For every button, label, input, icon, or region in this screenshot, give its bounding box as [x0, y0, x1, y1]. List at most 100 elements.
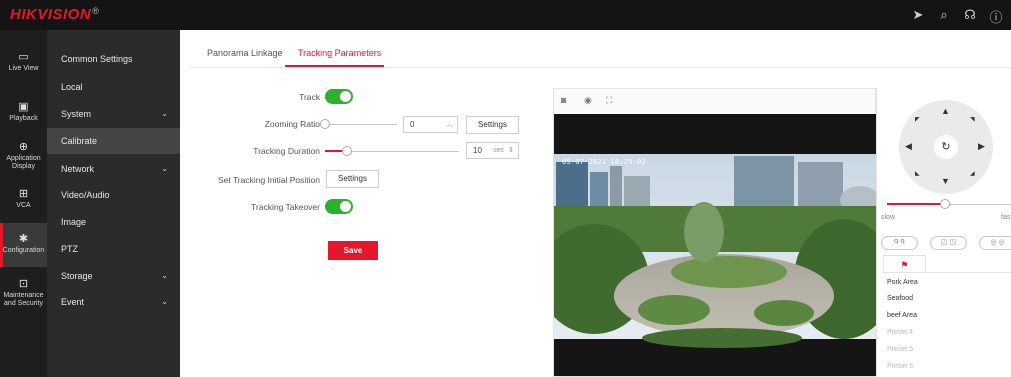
fullscreen-icon[interactable]: ⛶ — [606, 95, 612, 106]
tracking-takeover-toggle[interactable] — [325, 199, 353, 214]
tracking-duration-input[interactable]: 10 sec ⇕ — [466, 142, 519, 159]
tab-divider — [190, 67, 1011, 68]
live-preview-panel: ◙ ◉ ⛶ 05-07-2021 16:29:02 — [553, 88, 876, 377]
brand-name: HIKVISION — [10, 6, 92, 23]
menu-item-calibrate[interactable]: Calibrate — [47, 128, 180, 154]
iris-open-icon[interactable]: ◎ — [990, 239, 996, 246]
rail-playback[interactable]: ▣ Playback — [0, 101, 47, 123]
zoom-in-icon[interactable]: ᑫ — [900, 239, 904, 246]
record-icon[interactable]: ◉ — [584, 95, 592, 106]
camera-icon[interactable]: ◙ — [561, 95, 566, 105]
arrow-up-icon[interactable]: ▲ — [941, 106, 950, 116]
video-stream[interactable]: 05-07-2021 16:29:02 — [554, 114, 876, 376]
focus-control[interactable]: ◰ ◳ — [930, 236, 967, 250]
zooming-ratio-input[interactable]: 0 ︿ — [403, 116, 458, 133]
rail-label: Maintenance and Security — [3, 292, 44, 307]
arrow-left-icon[interactable]: ◀ — [905, 141, 912, 152]
menu-item-common-settings[interactable]: Common Settings — [47, 46, 180, 72]
tracking-takeover-label: Tracking Takeover — [251, 202, 320, 212]
rail-application-display[interactable]: ⊕ Application Display — [0, 141, 47, 171]
flag-icon: ⚑ — [900, 260, 909, 270]
rail-configuration[interactable]: ✱ Configuration — [0, 223, 47, 267]
preview-toolbar: ◙ ◉ ⛶ — [554, 89, 875, 114]
preset-item[interactable]: Pork Area — [887, 279, 918, 286]
active-tab-indicator — [285, 65, 384, 67]
search-icon[interactable]: ⌕ — [937, 7, 951, 26]
spinner-icon[interactable]: ⇕ — [508, 143, 514, 158]
zooming-ratio-settings-button[interactable]: Settings — [466, 116, 519, 134]
settings-menu: Common Settings Local System ⌄ Calibrate … — [47, 30, 180, 377]
arrow-up-right-icon[interactable]: ◥ — [970, 116, 975, 123]
rail-live-view[interactable]: ▭ Live View — [0, 51, 47, 73]
maintenance-icon: ⊡ — [18, 278, 29, 290]
initial-position-settings-button[interactable]: Settings — [326, 170, 379, 188]
save-button[interactable]: Save — [328, 241, 378, 260]
preset-tab[interactable]: ⚑ — [883, 255, 926, 273]
preset-item[interactable]: Preset 6 — [887, 363, 913, 370]
menu-label: Image — [61, 217, 87, 227]
info-icon[interactable]: ⓘ — [989, 7, 1003, 26]
menu-item-network[interactable]: Network ⌄ — [47, 156, 180, 182]
preset-item[interactable]: beef Area — [887, 312, 917, 319]
menu-label: Network — [61, 164, 95, 174]
preset-item[interactable]: Preset 5 — [887, 346, 913, 353]
rail-label: VCA — [16, 202, 31, 209]
speed-fast-label: fas — [1001, 214, 1011, 221]
menu-item-system[interactable]: System ⌄ — [47, 101, 180, 127]
menu-item-event[interactable]: Event ⌄ — [47, 289, 180, 315]
zoom-control[interactable]: ᑫ ᑫ — [881, 236, 918, 250]
arrow-up-left-icon[interactable]: ◤ — [915, 116, 920, 123]
menu-label: Local — [61, 82, 83, 92]
video-osd-timestamp: 05-07-2021 16:29:02 — [562, 158, 646, 166]
rail-label: Live View — [8, 65, 39, 72]
zooming-ratio-slider[interactable] — [322, 124, 397, 125]
track-toggle[interactable] — [325, 89, 353, 104]
tab-tracking-parameters[interactable]: Tracking Parameters — [298, 48, 381, 58]
tab-panorama-linkage[interactable]: Panorama Linkage — [207, 48, 283, 58]
help-icon[interactable]: ☊ — [963, 7, 977, 26]
tracking-duration-knob[interactable] — [342, 146, 352, 156]
arrow-right-icon[interactable]: ▶ — [978, 141, 985, 152]
ptz-direction-pad[interactable]: ▲ ▼ ◀ ▶ ◤ ◥ ◣ ◢ ↻ — [899, 100, 993, 194]
rail-label: Application Display — [6, 155, 41, 170]
menu-label: Video/Audio — [61, 190, 110, 200]
rail-label: Playback — [9, 115, 38, 122]
zoom-out-icon[interactable]: ᑫ — [894, 239, 898, 246]
vca-icon: ⊞ — [18, 188, 29, 200]
menu-item-storage[interactable]: Storage ⌄ — [47, 263, 180, 289]
menu-label: Storage — [61, 271, 93, 281]
tracking-duration-value: 10 — [473, 146, 482, 155]
iris-close-icon[interactable]: ◎ — [998, 239, 1004, 246]
rail-maintenance-security[interactable]: ⊡ Maintenance and Security — [0, 278, 47, 308]
tracking-duration-unit: sec — [493, 147, 504, 154]
top-bar: HIKVISION® ➤ ⌕ ☊ ⓘ — [0, 0, 1011, 30]
chevron-down-icon: ⌄ — [161, 109, 168, 118]
iris-control[interactable]: ◎ ◎ — [979, 236, 1011, 250]
menu-item-ptz[interactable]: PTZ — [47, 236, 180, 262]
menu-item-image[interactable]: Image — [47, 209, 180, 235]
menu-item-video-audio[interactable]: Video/Audio — [47, 182, 180, 208]
playback-icon: ▣ — [18, 101, 29, 113]
chevron-up-icon[interactable]: ︿ — [446, 117, 453, 132]
preset-item[interactable]: Preset 4 — [887, 329, 913, 336]
rail-vca[interactable]: ⊞ VCA — [0, 188, 47, 210]
ptz-speed-knob[interactable] — [940, 199, 950, 209]
preset-tab-divider — [883, 272, 1011, 273]
tracking-duration-label: Tracking Duration — [253, 146, 320, 156]
arrow-down-left-icon[interactable]: ◣ — [915, 170, 920, 177]
arrow-down-icon[interactable]: ▼ — [941, 176, 950, 186]
track-label: Track — [299, 92, 320, 102]
auto-scan-icon[interactable]: ↻ — [934, 135, 958, 159]
focus-far-icon[interactable]: ◳ — [949, 239, 956, 246]
send-icon[interactable]: ➤ — [911, 7, 925, 26]
application-icon: ⊕ — [18, 141, 29, 153]
preset-item[interactable]: Seafood — [887, 295, 913, 302]
brand-logo: HIKVISION® — [10, 6, 99, 23]
focus-near-icon[interactable]: ◰ — [941, 239, 948, 246]
menu-label: PTZ — [61, 244, 78, 254]
rail-label: Configuration — [2, 247, 45, 254]
zooming-ratio-knob[interactable] — [320, 119, 330, 129]
menu-item-local[interactable]: Local — [47, 74, 180, 100]
chevron-down-icon: ⌄ — [161, 271, 168, 280]
arrow-down-right-icon[interactable]: ◢ — [970, 170, 975, 177]
